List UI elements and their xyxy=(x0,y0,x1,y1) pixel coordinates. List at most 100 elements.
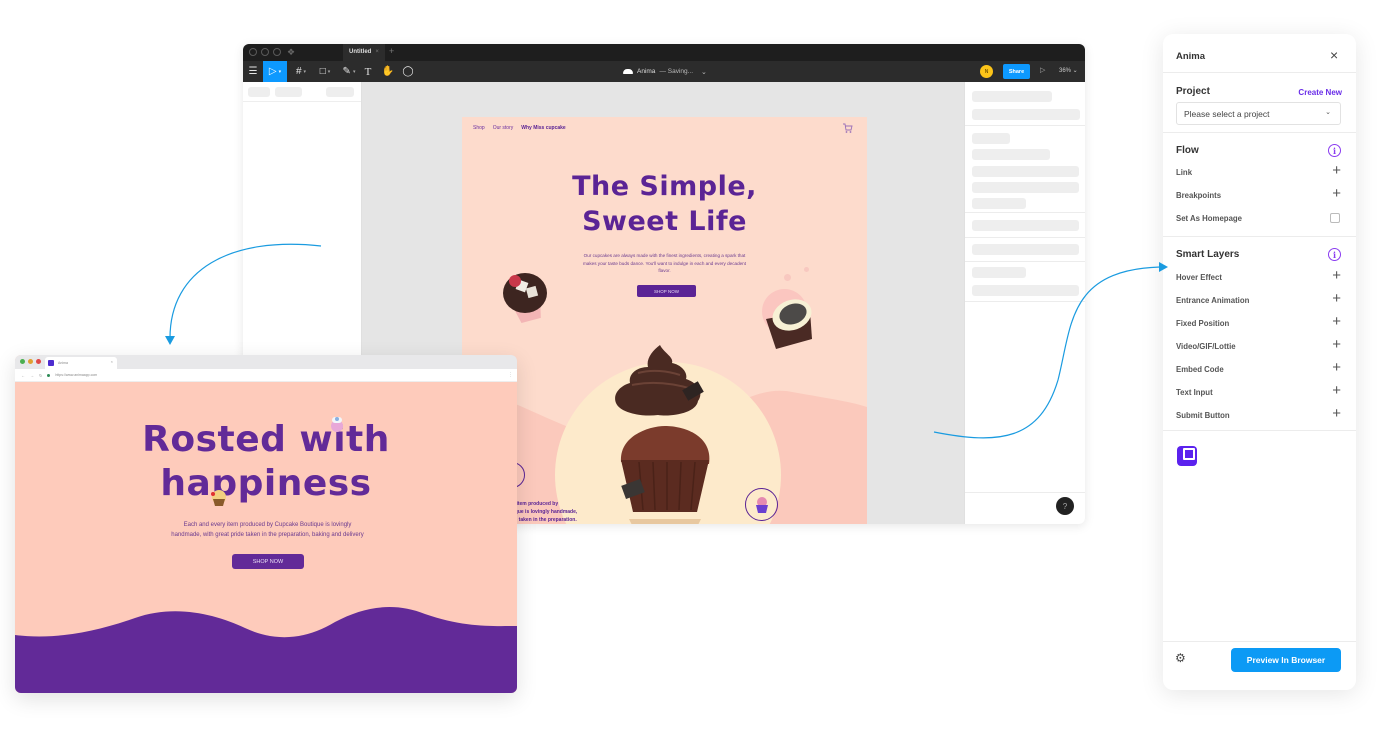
properties-section xyxy=(965,262,1085,302)
placeholder-tab[interactable] xyxy=(275,87,302,97)
smart-layer-text-input[interactable]: Text Input + xyxy=(1176,383,1341,400)
comment-tool-button[interactable]: ◯ xyxy=(401,61,415,82)
plus-icon[interactable]: + xyxy=(1332,406,1341,421)
smart-layer-submit-button[interactable]: Submit Button + xyxy=(1176,406,1341,423)
lock-icon xyxy=(47,373,51,377)
design-frame[interactable]: Shop Our story Why Miss cupcake The Simp… xyxy=(462,117,867,524)
divider xyxy=(1163,641,1356,642)
arrowhead-down-icon xyxy=(165,336,175,345)
flow-item-set-as-homepage[interactable]: Set As Homepage xyxy=(1176,212,1341,226)
properties-section xyxy=(965,126,1085,213)
pen-tool-button[interactable]: ✎ ▾ xyxy=(339,61,359,82)
plus-icon[interactable]: + xyxy=(1332,360,1341,375)
close-tab-icon[interactable]: × xyxy=(375,49,379,55)
hero-title-line-1: The Simple, xyxy=(572,171,757,202)
help-button[interactable]: ? xyxy=(1056,497,1074,515)
file-name-menu[interactable]: Anima — Saving... ⌄ xyxy=(623,61,707,82)
figma-toolbar: ☰ ▷ ▾ # ▾ □ ▾ ✎ ▾ T ✋ ◯ Anima — Saving... ⌄ … xyxy=(243,61,1085,82)
gear-icon[interactable]: ⚙ xyxy=(1175,651,1186,665)
file-tab[interactable]: Untitled × xyxy=(343,44,385,61)
smart-layer-video-gif-lottie[interactable]: Video/GIF/Lottie + xyxy=(1176,337,1341,354)
project-select[interactable]: Please select a project ⌄ xyxy=(1176,102,1341,125)
window-control-button[interactable] xyxy=(20,359,25,364)
homepage-checkbox[interactable] xyxy=(1330,213,1340,223)
rectangle-icon: □ xyxy=(319,66,326,77)
reload-icon[interactable]: ↻ xyxy=(39,373,42,378)
smart-layer-embed-code[interactable]: Embed Code + xyxy=(1176,360,1341,377)
window-control-button[interactable] xyxy=(28,359,33,364)
plus-icon[interactable]: + xyxy=(1332,291,1341,306)
cloud-icon xyxy=(623,69,633,74)
more-menu-icon[interactable]: ⋮ xyxy=(508,372,513,378)
zoom-level-dropdown[interactable]: 36% ⌄ xyxy=(1059,67,1078,74)
new-tab-button[interactable]: + xyxy=(389,46,394,56)
move-tool-button[interactable]: ▷ ▾ xyxy=(263,61,287,82)
back-icon[interactable]: ← xyxy=(21,373,25,378)
plus-icon[interactable]: + xyxy=(1332,186,1341,201)
hero-description: Our cupcakes are always made with the fi… xyxy=(582,253,747,273)
purple-wave xyxy=(15,607,517,693)
row-label: Link xyxy=(1176,168,1193,177)
row-label: Entrance Animation xyxy=(1176,296,1250,305)
url-field[interactable]: https://www.animaapp.com xyxy=(55,373,97,377)
window-controls xyxy=(249,48,281,56)
figma-logo-icon[interactable]: ❖ xyxy=(287,47,295,58)
shape-tool-button[interactable]: □ ▾ xyxy=(315,61,335,82)
flow-item-breakpoints[interactable]: Breakpoints + xyxy=(1176,186,1341,203)
figma-titlebar: ❖ Untitled × + xyxy=(243,44,1085,61)
row-label: Set As Homepage xyxy=(1176,214,1243,223)
plus-icon[interactable]: + xyxy=(1332,163,1341,178)
cow-mascot-icon xyxy=(331,417,343,432)
smart-layer-hover-effect[interactable]: Hover Effect + xyxy=(1176,268,1341,285)
present-play-icon[interactable]: ▷ xyxy=(1040,66,1045,74)
decor-dot xyxy=(784,274,791,281)
cupcake-icon xyxy=(755,496,768,513)
frame-tool-button[interactable]: # ▾ xyxy=(291,61,311,82)
row-label: Video/GIF/Lottie xyxy=(1176,342,1236,351)
smart-layer-entrance-animation[interactable]: Entrance Animation + xyxy=(1176,291,1341,308)
close-icon[interactable]: × xyxy=(1330,48,1338,62)
hero-title-line-1: Rosted with xyxy=(142,419,390,460)
smart-layer-fixed-position[interactable]: Fixed Position + xyxy=(1176,314,1341,331)
browser-tab-title: Anima xyxy=(58,361,68,365)
shop-now-button[interactable]: SHOP NOW xyxy=(232,554,304,569)
close-tab-icon[interactable]: × xyxy=(111,359,113,364)
placeholder-tab[interactable] xyxy=(326,87,354,97)
plus-icon[interactable]: + xyxy=(1332,337,1341,352)
nav-link-our-story[interactable]: Our story xyxy=(493,125,514,131)
cart-icon[interactable] xyxy=(842,122,854,134)
nav-link-why-miss-cupcake[interactable]: Why Miss cupcake xyxy=(521,125,565,131)
text-tool-button[interactable]: T xyxy=(361,61,375,82)
plus-icon[interactable]: + xyxy=(1332,314,1341,329)
close-window-button[interactable] xyxy=(249,48,257,56)
frame-icon: # xyxy=(295,66,302,77)
info-icon[interactable]: i xyxy=(1328,144,1341,157)
cupcake-badge[interactable] xyxy=(745,488,778,521)
pen-icon: ✎ xyxy=(342,66,351,77)
create-new-link[interactable]: Create New xyxy=(1298,88,1342,97)
maximize-window-button[interactable] xyxy=(273,48,281,56)
hero-title: The Simple, Sweet Life xyxy=(462,169,867,239)
chevron-down-icon: ⌄ xyxy=(1325,109,1331,116)
flow-label: Flow xyxy=(1176,145,1199,156)
info-icon[interactable]: i xyxy=(1328,248,1341,261)
browser-tab[interactable]: Anima × xyxy=(45,357,117,369)
share-button[interactable]: Share xyxy=(1003,64,1030,79)
forward-icon[interactable]: → xyxy=(30,373,34,378)
address-bar: ← → ↻ https://www.animaapp.com ⋮ xyxy=(15,369,517,382)
window-control-button[interactable] xyxy=(36,359,41,364)
properties-section xyxy=(965,238,1085,262)
shop-now-button[interactable]: SHOP NOW xyxy=(637,285,696,297)
minimize-window-button[interactable] xyxy=(261,48,269,56)
project-select-placeholder: Please select a project xyxy=(1184,109,1270,119)
nav-link-shop[interactable]: Shop xyxy=(473,125,485,131)
plus-icon[interactable]: + xyxy=(1332,383,1341,398)
flow-item-link[interactable]: Link + xyxy=(1176,163,1341,180)
plus-icon[interactable]: + xyxy=(1332,268,1341,283)
oreo-cupcake-image xyxy=(766,299,812,349)
main-menu-icon[interactable]: ☰ xyxy=(246,61,260,82)
placeholder-tab[interactable] xyxy=(248,87,270,97)
hand-tool-button[interactable]: ✋ xyxy=(381,61,395,82)
preview-in-browser-button[interactable]: Preview In Browser xyxy=(1231,648,1341,672)
user-avatar[interactable]: N xyxy=(980,65,993,78)
